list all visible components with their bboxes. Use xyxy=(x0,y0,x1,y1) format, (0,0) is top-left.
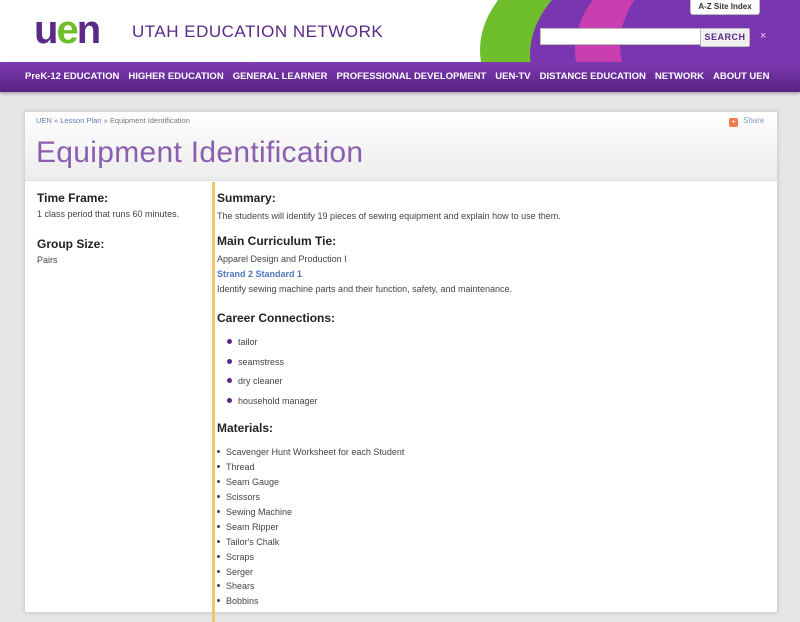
list-item: Tailor's Chalk xyxy=(217,537,757,552)
bullet-icon xyxy=(227,397,232,403)
list-item: Scraps xyxy=(217,552,757,567)
share-label: Share xyxy=(743,116,765,125)
summary-heading: Summary: xyxy=(217,191,276,205)
list-item: dry cleaner xyxy=(227,376,757,396)
list-item: Seam Gauge xyxy=(217,477,757,492)
breadcrumb: UEN » Lesson Plan » Equipment Identifica… xyxy=(36,116,190,125)
share-button[interactable]: + Share xyxy=(729,116,764,127)
curriculum-strand-link[interactable]: Strand 2 Standard 1 xyxy=(217,267,757,282)
bullet-icon xyxy=(217,480,220,484)
curriculum-heading: Main Curriculum Tie: xyxy=(217,234,337,248)
uen-logo[interactable]: uen xyxy=(34,8,101,52)
nav-item-uen-tv[interactable]: UEN-TV xyxy=(495,62,530,92)
material-item-label: Scavenger Hunt Worksheet for each Studen… xyxy=(226,447,405,458)
material-item-label: Bobbins xyxy=(226,596,259,607)
summary-section: Summary: The students will identify 19 p… xyxy=(217,191,757,224)
list-item: household manager xyxy=(227,396,757,416)
bullet-icon xyxy=(227,339,232,344)
curriculum-course: Apparel Design and Production I xyxy=(217,254,347,264)
bullet-icon xyxy=(217,524,220,528)
list-item: Seam Ripper xyxy=(217,522,757,537)
summary-text: The students will identify 19 pieces of … xyxy=(217,211,561,221)
nav-item-prek12[interactable]: PreK-12 EDUCATION xyxy=(25,62,119,92)
curriculum-text: Identify sewing machine parts and their … xyxy=(217,284,513,294)
bullet-icon xyxy=(217,465,220,469)
site-header: uen UTAH EDUCATION NETWORK A-Z Site Inde… xyxy=(0,0,800,62)
materials-heading: Materials: xyxy=(217,421,274,436)
card-header: UEN » Lesson Plan » Equipment Identifica… xyxy=(25,112,777,181)
career-item-label: tailor xyxy=(238,337,258,347)
az-site-index-button[interactable]: A-Z Site Index xyxy=(690,0,760,15)
material-item-label: Seam Ripper xyxy=(226,521,279,532)
lesson-main-column: Summary: The students will identify 19 p… xyxy=(217,191,757,621)
logo-letter-e: e xyxy=(56,8,78,52)
breadcrumb-link-lesson-plan[interactable]: Lesson Plan xyxy=(60,116,101,125)
bullet-icon xyxy=(227,378,232,384)
bullet-icon xyxy=(217,554,220,558)
material-item-label: Shears xyxy=(226,581,255,592)
bullet-icon xyxy=(217,539,220,543)
career-item-label: dry cleaner xyxy=(238,376,283,387)
search-input[interactable] xyxy=(540,28,702,45)
logo-letter-u: u xyxy=(34,8,58,52)
bullet-icon xyxy=(217,450,220,454)
main-nav: PreK-12 EDUCATION HIGHER EDUCATION GENER… xyxy=(0,62,800,92)
nav-item-network[interactable]: NETWORK xyxy=(655,62,704,92)
breadcrumb-current: Equipment Identification xyxy=(109,116,190,125)
career-item-label: seamstress xyxy=(238,356,285,367)
nav-item-general-learner[interactable]: GENERAL LEARNER xyxy=(233,62,328,92)
curriculum-section: Main Curriculum Tie: Apparel Design and … xyxy=(217,234,757,297)
career-heading: Career Connections: xyxy=(217,311,336,325)
nav-item-professional-development[interactable]: PROFESSIONAL DEVELOPMENT xyxy=(337,62,487,92)
materials-section: Materials: Scavenger Hunt Worksheet for … xyxy=(217,421,757,611)
lesson-meta-column: Time Frame: 1 class period that runs 60 … xyxy=(37,191,205,265)
list-item: Bobbins xyxy=(217,596,757,611)
close-icon[interactable]: × xyxy=(760,30,766,42)
group-size-label: Group Size: xyxy=(37,237,105,251)
list-item: Serger xyxy=(217,567,757,582)
breadcrumb-separator: » xyxy=(103,116,108,125)
site-name[interactable]: UTAH EDUCATION NETWORK xyxy=(132,22,383,42)
career-item-label: household manager xyxy=(238,395,318,406)
list-item: Shears xyxy=(217,581,757,596)
breadcrumb-separator: » xyxy=(53,116,59,125)
time-frame-label: Time Frame: xyxy=(37,191,109,205)
share-icon: + xyxy=(729,118,738,127)
career-section: Career Connections: tailor seamstress dr… xyxy=(217,311,757,415)
column-divider xyxy=(212,182,215,622)
bullet-icon xyxy=(217,569,220,573)
material-item-label: Serger xyxy=(226,566,254,577)
search-button[interactable]: SEARCH xyxy=(700,28,750,47)
list-item: Sewing Machine xyxy=(217,507,757,522)
logo-letter-n: n xyxy=(76,8,101,52)
group-size-value: Pairs xyxy=(37,255,58,265)
bullet-icon xyxy=(227,358,232,364)
nav-item-about-uen[interactable]: ABOUT UEN xyxy=(713,62,769,92)
list-item: Thread xyxy=(217,462,757,477)
list-item: Scavenger Hunt Worksheet for each Studen… xyxy=(217,447,757,462)
list-item: Scissors xyxy=(217,492,757,507)
material-item-label: Sewing Machine xyxy=(226,506,293,517)
material-item-label: Thread xyxy=(226,462,255,473)
time-frame-value: 1 class period that runs 60 minutes. xyxy=(37,209,180,219)
breadcrumb-link-uen[interactable]: UEN xyxy=(36,116,52,125)
bullet-icon xyxy=(217,509,220,513)
list-item: seamstress xyxy=(227,357,757,377)
material-item-label: Scissors xyxy=(226,492,261,503)
material-item-label: Seam Gauge xyxy=(226,477,280,488)
bullet-icon xyxy=(217,584,220,588)
content-card: UEN » Lesson Plan » Equipment Identifica… xyxy=(24,111,778,622)
material-item-label: Tailor's Chalk xyxy=(226,536,280,547)
bullet-icon xyxy=(217,495,220,499)
page-title: Equipment Identification xyxy=(36,136,364,169)
nav-item-distance-education[interactable]: DISTANCE EDUCATION xyxy=(540,62,646,92)
material-item-label: Scraps xyxy=(226,551,255,562)
list-item: tailor xyxy=(227,337,757,357)
nav-item-higher-education[interactable]: HIGHER EDUCATION xyxy=(128,62,223,92)
